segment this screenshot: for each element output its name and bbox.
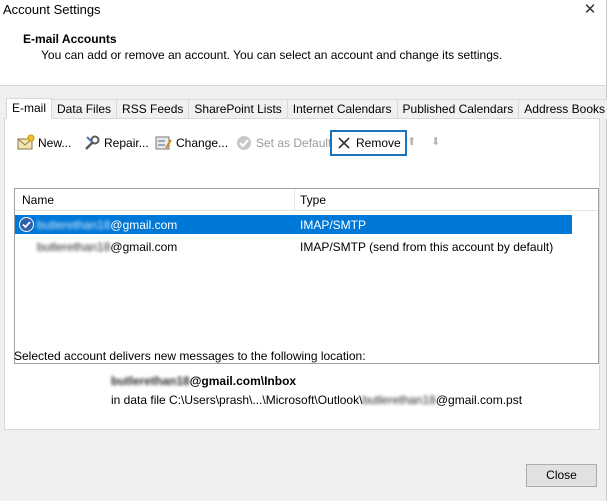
account-type: IMAP/SMTP (send from this account by def… [300,240,554,254]
account-toolbar: New... Repair... Change... Set as Defaul… [13,129,453,157]
section-title: E-mail Accounts [23,32,117,46]
mailbox-redacted: butlerethan18 [111,374,190,388]
tab-sharepoint-lists[interactable]: SharePoint Lists [188,99,288,119]
account-list: Name Type butlerethan18@gmail.com IMAP/S… [14,188,599,364]
tab-published-calendars[interactable]: Published Calendars [396,99,520,119]
new-mail-icon [17,134,35,152]
account-name-domain: @gmail.com [110,240,178,254]
account-row[interactable]: butlerethan18@gmail.com IMAP/SMTP (send … [15,237,572,256]
close-icon[interactable]: ✕ [582,0,598,18]
delivery-location-label: Selected account delivers new messages t… [14,349,366,363]
section-description: You can add or remove an account. You ca… [41,48,503,62]
set-as-default-label: Set as Default [256,136,332,150]
remove-x-icon [335,134,353,152]
column-header-name[interactable]: Name [22,193,54,207]
tab-address-books[interactable]: Address Books [518,99,607,119]
close-button[interactable]: Close [526,464,597,487]
account-row[interactable]: butlerethan18@gmail.com IMAP/SMTP [15,215,572,234]
check-circle-icon [235,134,253,152]
delivery-mailbox: butlerethan18@gmail.com\Inbox [111,374,296,388]
data-file-prefix: in data file C:\Users\prash\...\Microsof… [111,393,363,407]
email-tab-panel: New... Repair... Change... Set as Defaul… [4,118,600,430]
remove-button[interactable]: Remove [330,130,407,156]
tab-rss-feeds[interactable]: RSS Feeds [116,99,190,119]
change-button-label: Change... [176,136,229,150]
remove-button-label: Remove [356,136,401,150]
window-title: Account Settings [3,2,101,17]
move-down-arrow-icon[interactable]: ⬇ [431,135,440,148]
column-divider [294,189,295,211]
change-button[interactable]: Change... [155,131,228,155]
account-name-domain: @gmail.com [110,218,178,232]
dialog-body: E-mail Data Files RSS Feeds SharePoint L… [0,85,607,501]
account-name: butlerethan18@gmail.com [37,218,177,232]
dialog-footer: Close [0,457,606,501]
account-type: IMAP/SMTP [300,218,367,232]
move-up-arrow-icon[interactable]: ⬆ [407,135,416,148]
new-button[interactable]: New... [17,131,71,155]
change-settings-icon [155,134,173,152]
tab-strip: E-mail Data Files RSS Feeds SharePoint L… [6,98,607,119]
tab-email[interactable]: E-mail [6,98,53,119]
mailbox-path: @gmail.com\Inbox [189,374,297,388]
default-account-check-icon [19,217,34,232]
data-file-redacted: butlerethan18 [362,393,436,407]
title-bar: Account Settings ✕ [0,0,606,20]
delivery-data-file: in data file C:\Users\prash\...\Microsof… [111,393,522,407]
account-name: butlerethan18@gmail.com [37,240,177,254]
column-header-type[interactable]: Type [300,193,326,207]
header: E-mail Accounts You can add or remove an… [0,20,606,85]
tab-data-files[interactable]: Data Files [51,99,118,119]
tab-internet-calendars[interactable]: Internet Calendars [286,99,398,119]
data-file-suffix: @gmail.com.pst [435,393,523,407]
new-button-label: New... [38,136,72,150]
set-as-default-button[interactable]: Set as Default [235,131,331,155]
account-name-redacted: butlerethan18 [37,218,111,232]
list-header: Name Type [15,189,598,211]
account-settings-window: Account Settings ✕ E-mail Accounts You c… [0,0,607,501]
account-name-redacted: butlerethan18 [37,240,111,254]
repair-button-label: Repair... [104,136,149,150]
wrench-icon [83,134,101,152]
repair-button[interactable]: Repair... [83,131,149,155]
